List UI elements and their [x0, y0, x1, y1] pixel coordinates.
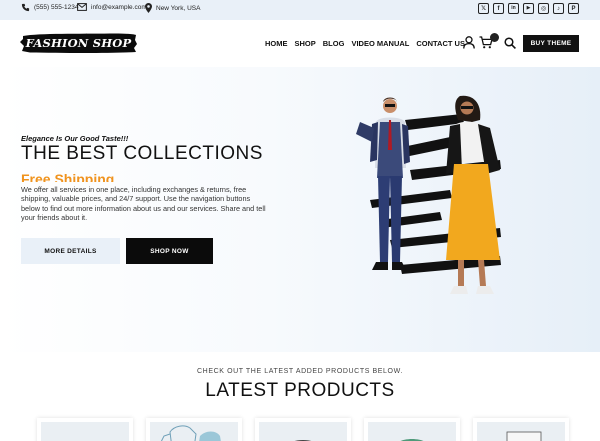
nav-contact-us[interactable]: CONTACT US	[416, 39, 465, 48]
phone-number: (555) 555-1234	[34, 4, 79, 11]
shop-now-button[interactable]: SHOP NOW	[126, 238, 213, 264]
nav-blog[interactable]: BLOG	[323, 39, 345, 48]
tiktok-icon[interactable]: ♪	[553, 3, 564, 14]
location-pin-icon	[145, 3, 152, 13]
search-icon[interactable]	[504, 37, 516, 49]
facebook-icon[interactable]: f	[493, 3, 504, 14]
hero-title: THE BEST COLLECTIONS	[21, 143, 263, 164]
product-card[interactable]	[255, 418, 351, 441]
logo-text: FASHION SHOP	[25, 36, 132, 50]
hoodie-sketch-image	[160, 425, 221, 441]
main-nav: HOME SHOP BLOG VIDEO MANUAL CONTACT US	[265, 39, 465, 48]
products-kicker: CHECK OUT THE LATEST ADDED PRODUCTS BELO…	[197, 368, 403, 375]
user-icon[interactable]	[463, 36, 475, 49]
linkedin-icon[interactable]: in	[508, 3, 519, 14]
box-sketch-image	[506, 431, 542, 441]
email-contact[interactable]: info@example.com	[77, 3, 147, 11]
top-bar: (555) 555-1234 info@example.com New York…	[0, 0, 600, 20]
cart-count-badge	[490, 33, 499, 42]
location-info: New York, USA	[145, 3, 200, 13]
product-image[interactable]	[150, 422, 238, 441]
product-image[interactable]	[259, 422, 347, 441]
email-address: info@example.com	[91, 3, 147, 11]
product-card[interactable]	[146, 418, 242, 441]
buy-theme-button[interactable]: BUY THEME	[523, 35, 579, 52]
nav-video-manual[interactable]: VIDEO MANUAL	[351, 39, 409, 48]
site-header: FASHION SHOP HOME SHOP BLOG VIDEO MANUAL…	[0, 20, 600, 67]
instagram-icon[interactable]: ◎	[538, 3, 549, 14]
site-logo[interactable]: FASHION SHOP	[20, 32, 137, 54]
product-card[interactable]	[473, 418, 569, 441]
product-image[interactable]	[41, 422, 129, 441]
product-image[interactable]	[477, 422, 565, 441]
product-image[interactable]	[368, 422, 456, 441]
location-text: New York, USA	[156, 4, 201, 12]
nav-shop[interactable]: SHOP	[295, 39, 316, 48]
more-details-button[interactable]: MORE DETAILS	[21, 238, 120, 264]
nav-home[interactable]: HOME	[265, 39, 288, 48]
hero-models-image	[356, 95, 501, 294]
green-shirt-image	[400, 439, 424, 441]
products-title: LATEST PRODUCTS	[205, 380, 395, 401]
social-links: 𝕏 f in ▶ ◎ ♪ P	[478, 3, 579, 14]
x-icon[interactable]: 𝕏	[478, 3, 489, 14]
product-card[interactable]	[364, 418, 460, 441]
pinterest-icon[interactable]: P	[568, 3, 579, 14]
hero-tagline: Elegance Is Our Good Taste!!!	[21, 134, 129, 143]
tshirt-sketch-image	[294, 440, 312, 441]
product-grid	[37, 418, 569, 441]
hero-highlight: Free Shipping	[21, 171, 115, 182]
youtube-icon[interactable]: ▶	[523, 3, 534, 14]
mail-icon	[77, 3, 87, 11]
phone-icon	[21, 3, 30, 12]
hero-description: We offer all services in one place, incl…	[21, 185, 266, 223]
phone-contact[interactable]: (555) 555-1234	[21, 3, 78, 12]
product-card[interactable]	[37, 418, 133, 441]
